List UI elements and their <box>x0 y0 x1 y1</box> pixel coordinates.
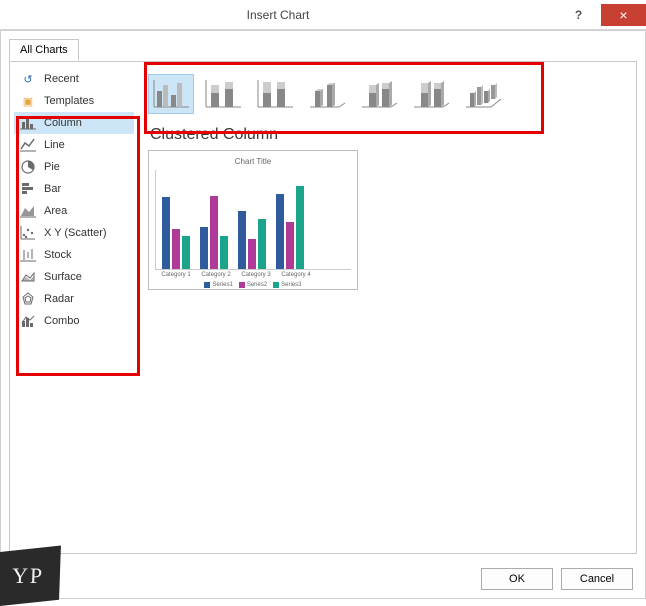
preview-legend-item: Series1 <box>204 282 232 288</box>
recent-icon: ↺ <box>20 71 36 87</box>
preview-legend-item: Series3 <box>273 282 301 288</box>
sidebar-item-area[interactable]: Area <box>14 200 134 222</box>
subtype-stacked-column[interactable] <box>200 74 246 114</box>
sidebar-item-label: Templates <box>44 95 94 107</box>
preview-bar <box>162 197 170 269</box>
scatter-chart-icon <box>20 225 36 241</box>
tab-all-charts[interactable]: All Charts <box>9 39 79 61</box>
watermark: YP <box>0 546 61 606</box>
sidebar-item-label: Line <box>44 139 65 151</box>
dialog-footer: OK Cancel <box>481 568 633 590</box>
pie-chart-icon <box>20 159 36 175</box>
sidebar-item-stock[interactable]: Stock <box>14 244 134 266</box>
preview-legend: Series1 Series2 Series3 <box>155 282 351 288</box>
preview-bar <box>258 219 266 269</box>
main-pane: Clustered Column Chart Title Category 1C… <box>140 62 636 553</box>
preview-bar <box>296 186 304 269</box>
preview-category-label: Category 4 <box>281 272 311 278</box>
preview-bar <box>182 236 190 269</box>
tab-panel: ↺ Recent ▣ Templates Column Line Pie B <box>9 61 637 554</box>
sidebar-item-combo[interactable]: Combo <box>14 310 134 332</box>
sidebar-item-bar[interactable]: Bar <box>14 178 134 200</box>
sidebar-item-label: Pie <box>44 161 60 173</box>
preview-title: Chart Title <box>155 157 351 166</box>
subtype-3d-100-stacked-column[interactable] <box>408 74 454 114</box>
sidebar-item-label: Column <box>44 117 82 129</box>
sidebar-item-label: X Y (Scatter) <box>44 227 107 239</box>
sidebar-item-templates[interactable]: ▣ Templates <box>14 90 134 112</box>
sidebar-item-label: Surface <box>44 271 82 283</box>
preview-bar <box>286 222 294 269</box>
sidebar-item-surface[interactable]: Surface <box>14 266 134 288</box>
templates-icon: ▣ <box>20 93 36 109</box>
preview-bar <box>220 236 228 269</box>
subtype-3d-stacked-column[interactable] <box>356 74 402 114</box>
chart-subtype-row <box>148 70 628 118</box>
surface-chart-icon <box>20 269 36 285</box>
sidebar-item-pie[interactable]: Pie <box>14 156 134 178</box>
preview-category-group <box>276 186 304 269</box>
area-chart-icon <box>20 203 36 219</box>
sidebar-item-column[interactable]: Column <box>14 112 134 134</box>
sidebar-item-recent[interactable]: ↺ Recent <box>14 68 134 90</box>
sidebar-item-label: Bar <box>44 183 61 195</box>
bar-chart-icon <box>20 181 36 197</box>
preview-category-group <box>200 196 228 269</box>
chart-subtype-name: Clustered Column <box>150 126 628 144</box>
preview-bar <box>238 211 246 269</box>
sidebar-item-label: Stock <box>44 249 72 261</box>
preview-legend-item: Series2 <box>239 282 267 288</box>
dialog-title: Insert Chart <box>0 8 556 22</box>
sidebar-item-scatter[interactable]: X Y (Scatter) <box>14 222 134 244</box>
sidebar-item-line[interactable]: Line <box>14 134 134 156</box>
sidebar-item-radar[interactable]: Radar <box>14 288 134 310</box>
sidebar-item-label: Area <box>44 205 67 217</box>
sidebar-item-label: Recent <box>44 73 79 85</box>
dialog-body: All Charts ↺ Recent ▣ Templates Column L… <box>0 30 646 599</box>
preview-plot <box>155 170 351 270</box>
subtype-3d-column[interactable] <box>460 74 506 114</box>
combo-chart-icon <box>20 313 36 329</box>
radar-chart-icon <box>20 291 36 307</box>
preview-category-group <box>238 211 266 269</box>
preview-bar <box>210 196 218 269</box>
column-chart-icon <box>20 115 36 131</box>
preview-category-group <box>162 197 190 269</box>
ok-button[interactable]: OK <box>481 568 553 590</box>
title-bar: Insert Chart ? × <box>0 0 646 30</box>
subtype-clustered-column[interactable] <box>148 74 194 114</box>
subtype-3d-clustered-column[interactable] <box>304 74 350 114</box>
stock-chart-icon <box>20 247 36 263</box>
preview-bar <box>172 229 180 269</box>
preview-category-label: Category 1 <box>161 272 191 278</box>
preview-category-label: Category 3 <box>241 272 271 278</box>
help-button[interactable]: ? <box>556 4 601 26</box>
preview-bar <box>200 227 208 269</box>
preview-bar <box>276 194 284 269</box>
chart-preview[interactable]: Chart Title Category 1Category 2Category… <box>148 150 358 290</box>
cancel-button[interactable]: Cancel <box>561 568 633 590</box>
chart-type-sidebar: ↺ Recent ▣ Templates Column Line Pie B <box>14 68 134 332</box>
sidebar-item-label: Combo <box>44 315 79 327</box>
preview-category-labels: Category 1 Category 2 Category 3 Category 4 <box>155 270 351 280</box>
preview-category-label: Category 2 <box>201 272 231 278</box>
preview-bar <box>248 239 256 269</box>
line-chart-icon <box>20 137 36 153</box>
sidebar-item-label: Radar <box>44 293 74 305</box>
subtype-100-stacked-column[interactable] <box>252 74 298 114</box>
close-button[interactable]: × <box>601 4 646 26</box>
